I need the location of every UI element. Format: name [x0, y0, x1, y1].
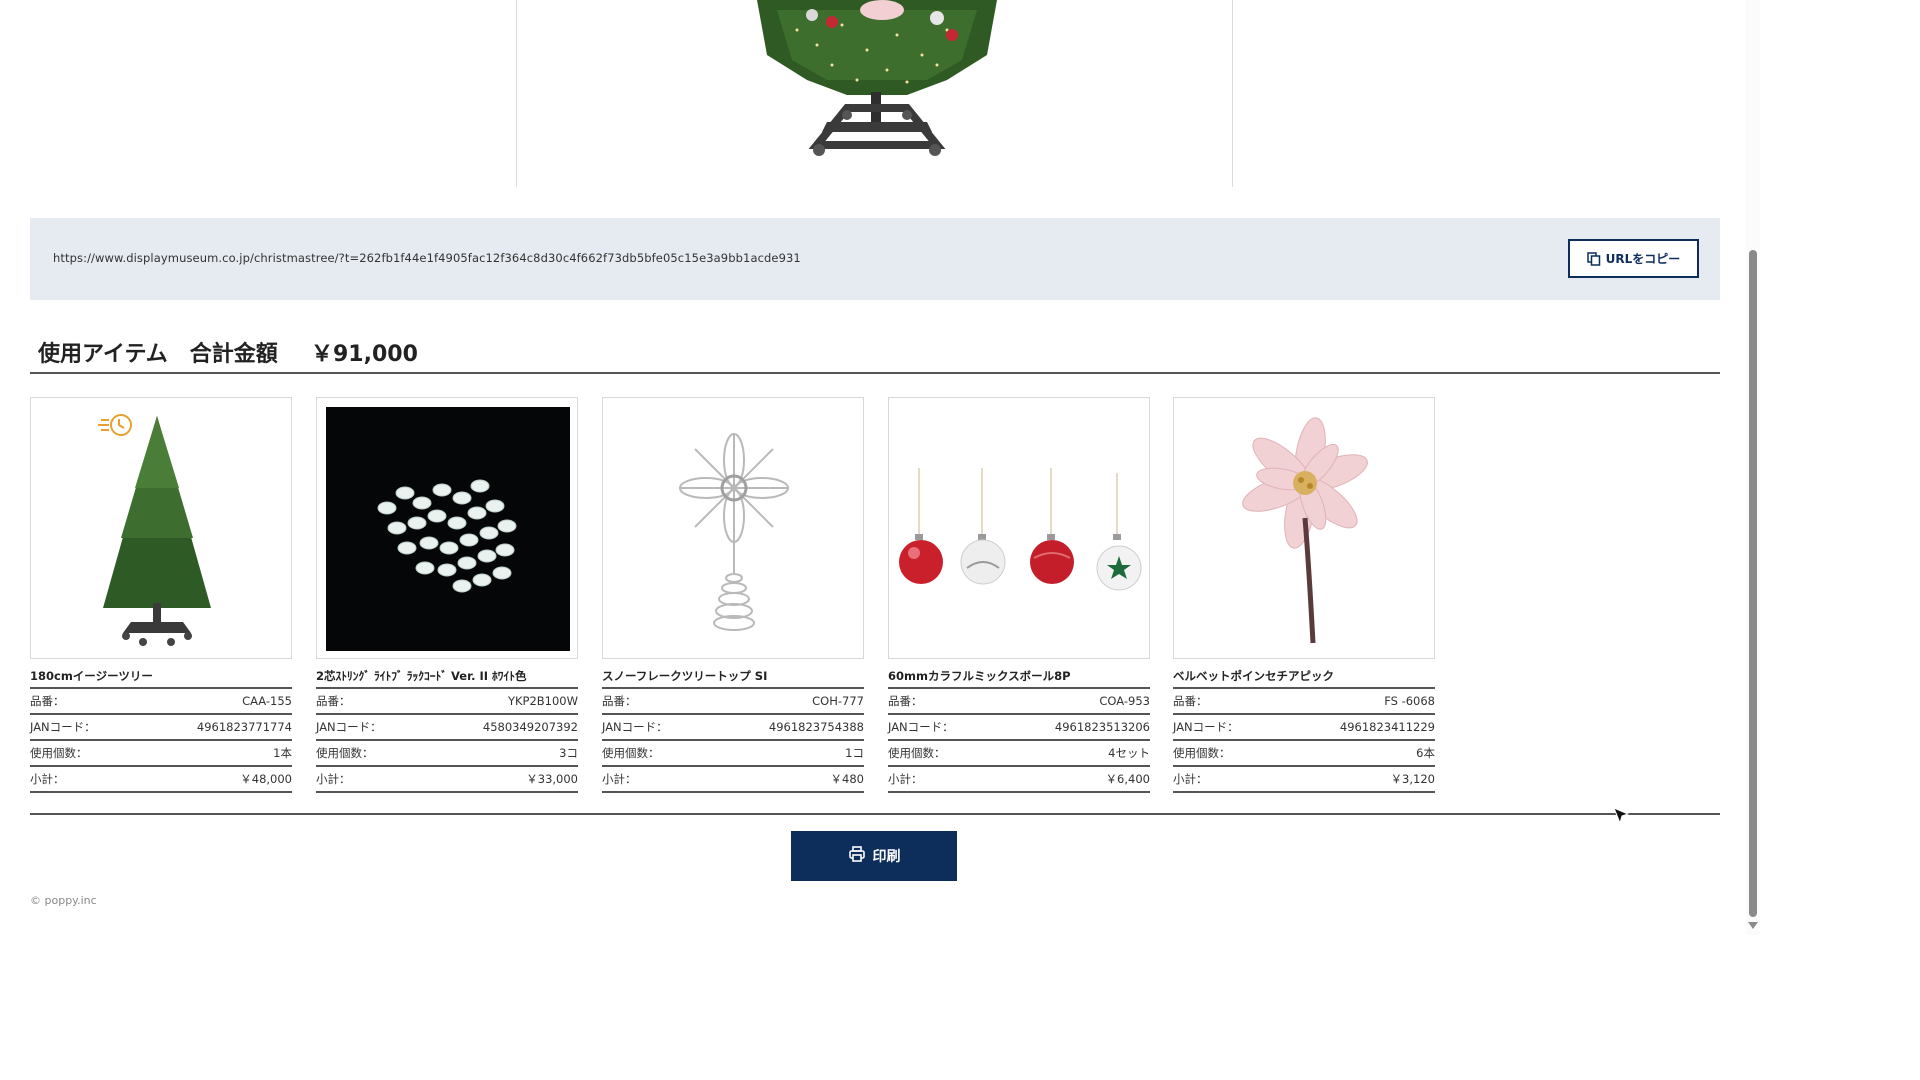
- product-qty: 1本: [273, 746, 292, 760]
- items-total-label: 使用アイテム 合計金額: [38, 342, 278, 367]
- product-qty-row: 使用個数： 3コ: [316, 741, 578, 767]
- scrollbar[interactable]: [1746, 0, 1760, 935]
- product-name[interactable]: 180cmイージーツリー: [30, 667, 292, 689]
- row-label: JANコード：: [1173, 720, 1239, 734]
- product-card: 2芯ｽﾄﾘﾝｸﾞ ﾗｲﾄﾌﾞ ﾗｯｸｺｰﾄﾞ Ver. II ﾎﾜｲﾄ色 品番：…: [316, 397, 578, 793]
- product-qty: 1コ: [845, 746, 864, 760]
- product-name[interactable]: スノーフレークツリートップ SI: [602, 667, 864, 689]
- share-url-box: https://www.displaymuseum.co.jp/christma…: [30, 218, 1720, 300]
- product-code: CAA-155: [242, 694, 292, 708]
- row-label: JANコード：: [30, 720, 96, 734]
- product-code: YKP2B100W: [507, 694, 578, 708]
- section-divider: [30, 813, 1720, 815]
- product-subtotal-row: 小計： ￥33,000: [316, 767, 578, 793]
- page: https://www.displaymuseum.co.jp/christma…: [0, 0, 1760, 1080]
- product-jan: 4961823513206: [1054, 720, 1150, 734]
- tree-preview-frame: [516, 0, 1233, 187]
- mouse-cursor-icon: [1613, 807, 1630, 825]
- row-label: 小計：: [888, 772, 923, 786]
- product-code-row: 品番： COA-953: [888, 689, 1150, 715]
- product-code-row: 品番： COH-777: [602, 689, 864, 715]
- scrollbar-thumb[interactable]: [1749, 250, 1757, 917]
- product-qty: 4セット: [1108, 746, 1150, 760]
- product-subtotal: ￥480: [830, 772, 864, 786]
- product-subtotal-row: 小計： ￥480: [602, 767, 864, 793]
- product-code: COH-777: [812, 694, 864, 708]
- product-card: ベルベットポインセチアピック 品番： FS -6068 JANコード： 496182…: [1173, 397, 1435, 793]
- product-qty-row: 使用個数： 4セット: [888, 741, 1150, 767]
- product-name[interactable]: ベルベットポインセチアピック: [1173, 667, 1435, 689]
- copy-url-label: URLをコピー: [1605, 252, 1681, 266]
- product-name[interactable]: 2芯ｽﾄﾘﾝｸﾞ ﾗｲﾄﾌﾞ ﾗｯｸｺｰﾄﾞ Ver. II ﾎﾜｲﾄ色: [316, 667, 578, 689]
- product-qty: 3コ: [559, 746, 578, 760]
- product-jan: 4580349207392: [482, 720, 578, 734]
- product-subtotal-row: 小計： ￥6,400: [888, 767, 1150, 793]
- product-jan: 4961823411229: [1339, 720, 1435, 734]
- product-jan-row: JANコード： 4961823513206: [888, 715, 1150, 741]
- row-label: 使用個数：: [888, 746, 946, 760]
- scroll-down-arrow-icon[interactable]: [1748, 922, 1758, 929]
- product-jan-row: JANコード： 4961823754388: [602, 715, 864, 741]
- product-image-snowflake-tree-topper[interactable]: [602, 397, 864, 659]
- row-label: 小計：: [602, 772, 637, 786]
- product-image-christmas-tree[interactable]: [30, 397, 292, 659]
- product-image-led-string-lights[interactable]: [316, 397, 578, 659]
- row-label: 小計：: [1173, 772, 1208, 786]
- product-jan: 4961823754388: [768, 720, 864, 734]
- row-label: 使用個数：: [602, 746, 660, 760]
- product-card: 60mmカラフルミックスボール8P 品番： COA-953 JANコード： 4961…: [888, 397, 1150, 793]
- row-label: 品番：: [602, 694, 637, 708]
- row-label: JANコード：: [602, 720, 668, 734]
- product-subtotal: ￥33,000: [526, 772, 578, 786]
- quick-delivery-icon: [98, 414, 132, 436]
- row-label: 品番：: [30, 694, 65, 708]
- copy-icon: [1586, 251, 1601, 266]
- product-subtotal-row: 小計： ￥3,120: [1173, 767, 1435, 793]
- product-subtotal: ￥6,400: [1105, 772, 1150, 786]
- product-image-ornament-balls[interactable]: [888, 397, 1150, 659]
- product-jan: 4961823771774: [196, 720, 292, 734]
- row-label: 小計：: [316, 772, 351, 786]
- product-qty-row: 使用個数： 6本: [1173, 741, 1435, 767]
- row-label: 使用個数：: [1173, 746, 1231, 760]
- row-label: 品番：: [1173, 694, 1208, 708]
- copyright: © poppy.inc: [30, 894, 97, 907]
- product-qty-row: 使用個数： 1本: [30, 741, 292, 767]
- row-label: 使用個数：: [30, 746, 88, 760]
- printer-icon: [848, 845, 866, 867]
- product-jan-row: JANコード： 4580349207392: [316, 715, 578, 741]
- product-subtotal: ￥3,120: [1390, 772, 1435, 786]
- product-code: COA-953: [1099, 694, 1150, 708]
- product-jan-row: JANコード： 4961823411229: [1173, 715, 1435, 741]
- product-jan-row: JANコード： 4961823771774: [30, 715, 292, 741]
- copy-url-button[interactable]: URLをコピー: [1568, 239, 1699, 278]
- product-subtotal-row: 小計： ￥48,000: [30, 767, 292, 793]
- decorated-tree-preview-image: [757, 0, 997, 156]
- product-code: FS -6068: [1384, 694, 1435, 708]
- row-label: 品番：: [316, 694, 351, 708]
- product-card: 180cmイージーツリー 品番： CAA-155 JANコード： 496182377…: [30, 397, 292, 793]
- product-name[interactable]: 60mmカラフルミックスボール8P: [888, 667, 1150, 689]
- row-label: 使用個数：: [316, 746, 374, 760]
- product-code-row: 品番： YKP2B100W: [316, 689, 578, 715]
- print-label: 印刷: [872, 849, 901, 865]
- row-label: 品番：: [888, 694, 923, 708]
- product-card: スノーフレークツリートップ SI 品番： COH-777 JANコード： 49618…: [602, 397, 864, 793]
- print-button[interactable]: 印刷: [791, 831, 957, 881]
- items-total-heading: 使用アイテム 合計金額 ￥91,000: [30, 334, 1720, 374]
- total-amount: ￥91,000: [311, 342, 418, 367]
- share-url-text: https://www.displaymuseum.co.jp/christma…: [53, 251, 801, 265]
- product-subtotal: ￥48,000: [240, 772, 292, 786]
- product-qty-row: 使用個数： 1コ: [602, 741, 864, 767]
- row-label: 小計：: [30, 772, 65, 786]
- row-label: JANコード：: [888, 720, 954, 734]
- product-code-row: 品番： FS -6068: [1173, 689, 1435, 715]
- row-label: JANコード：: [316, 720, 382, 734]
- product-qty: 6本: [1416, 746, 1435, 760]
- product-code-row: 品番： CAA-155: [30, 689, 292, 715]
- product-image-poinsettia-pick[interactable]: [1173, 397, 1435, 659]
